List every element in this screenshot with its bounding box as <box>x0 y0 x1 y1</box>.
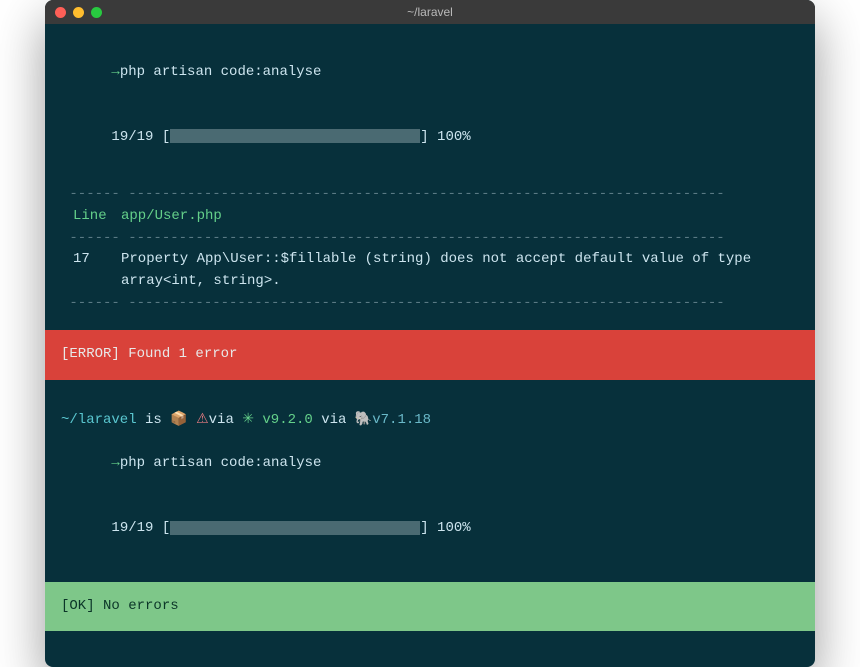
prompt-line-2: →php artisan code:analyse <box>45 432 815 497</box>
package-icon: 📦 <box>170 412 196 428</box>
close-icon[interactable] <box>55 7 66 18</box>
error-banner: [ERROR] Found 1 error <box>45 330 815 380</box>
progress-line-2: 19/19 [ ] 100% <box>45 497 815 562</box>
progress-prefix: 19/19 [ <box>111 129 170 145</box>
status-version2: v7.1.18 <box>372 412 431 428</box>
progress-suffix: ] 100% <box>420 520 470 536</box>
status-is: is <box>137 412 171 428</box>
ok-banner: [OK] No errors <box>45 582 815 632</box>
elephant-icon: 🐘 <box>355 412 372 428</box>
progress-bar <box>170 521 420 535</box>
separator-row: ------ ---------------------------------… <box>45 184 815 206</box>
terminal-body: →php artisan code:analyse 19/19 [] 100% … <box>45 24 815 667</box>
issue-row: 17 Property App\User::$fillable (string)… <box>45 249 815 292</box>
ok-banner-text: [OK] No errors <box>61 598 179 614</box>
issue-line-num: 17 <box>61 249 121 292</box>
titlebar: ~/laravel <box>45 0 815 24</box>
command-text: php artisan code:analyse <box>120 64 322 80</box>
terminal-window: ~/laravel →php artisan code:analyse 19/1… <box>45 0 815 667</box>
status-line: ~/laravel is 📦 ⚠via ✳ v9.2.0 via 🐘v7.1.1… <box>45 410 815 432</box>
node-icon: ✳ <box>242 412 254 428</box>
status-via2: via <box>313 412 355 428</box>
window-controls <box>55 7 102 18</box>
minimize-icon[interactable] <box>73 7 84 18</box>
progress-line-1: 19/19 [ ] 100% <box>45 105 815 170</box>
command-text: php artisan code:analyse <box>120 455 322 471</box>
prompt-line-1: →php artisan code:analyse <box>45 40 815 105</box>
prompt-arrow-icon: → <box>111 64 119 80</box>
maximize-icon[interactable] <box>91 7 102 18</box>
error-banner-text: [ERROR] Found 1 error <box>61 346 237 362</box>
progress-bar <box>170 129 420 143</box>
status-version1: v9.2.0 <box>254 412 313 428</box>
progress-suffix: ] 100% <box>420 129 470 145</box>
status-path: ~/laravel <box>61 412 137 428</box>
issue-message: Property App\User::$fillable (string) do… <box>121 249 799 292</box>
status-via1: via <box>209 412 243 428</box>
progress-prefix: 19/19 [ <box>111 520 170 536</box>
header-line-col: Line <box>61 206 121 228</box>
header-file-col: app/User.php <box>121 206 799 228</box>
prompt-arrow-icon: → <box>111 455 119 471</box>
warning-icon: ⚠ <box>196 412 209 428</box>
table-header: Line app/User.php <box>45 206 815 228</box>
separator-row: ------ ---------------------------------… <box>45 228 815 250</box>
separator-row: ------ ---------------------------------… <box>45 293 815 315</box>
window-title: ~/laravel <box>407 5 453 19</box>
